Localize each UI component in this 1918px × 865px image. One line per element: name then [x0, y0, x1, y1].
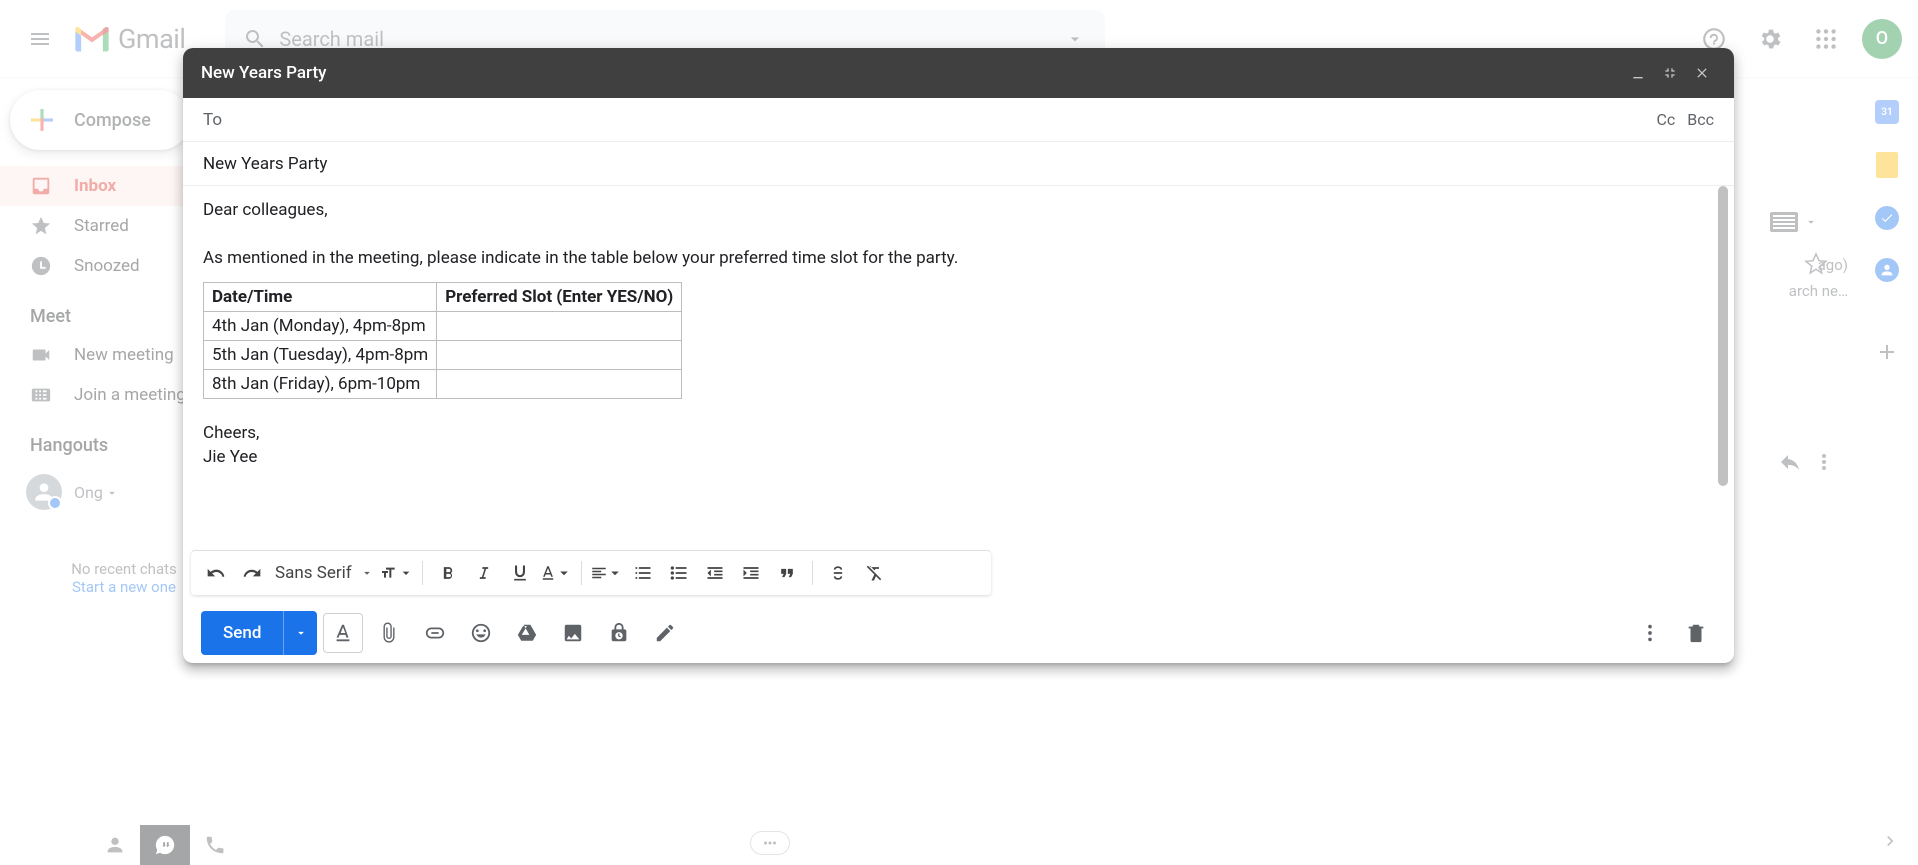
compose-title: New Years Party	[201, 63, 326, 83]
caret-down-icon	[606, 563, 624, 583]
close-icon	[1694, 65, 1710, 81]
align-button[interactable]	[590, 556, 624, 590]
send-button[interactable]: Send	[201, 611, 317, 655]
text-size-icon	[380, 563, 396, 583]
subject-row[interactable]	[183, 142, 1734, 186]
close-button[interactable]	[1688, 59, 1716, 87]
insert-drive-button[interactable]	[507, 613, 547, 653]
pen-icon	[654, 622, 676, 644]
emoji-icon	[470, 622, 492, 644]
formatting-toolbar: Sans Serif	[191, 551, 991, 595]
table-row[interactable]: 5th Jan (Tuesday), 4pm-8pm	[204, 341, 682, 370]
bcc-toggle[interactable]: Bcc	[1687, 110, 1714, 129]
trash-icon	[1685, 622, 1707, 644]
bullet-list-icon	[669, 563, 689, 583]
undo-icon	[206, 563, 226, 583]
italic-icon	[474, 563, 494, 583]
insert-signature-button[interactable]	[645, 613, 685, 653]
caret-down-icon	[294, 626, 308, 640]
redo-button[interactable]	[235, 556, 269, 590]
remove-formatting-button[interactable]	[857, 556, 891, 590]
insert-emoji-button[interactable]	[461, 613, 501, 653]
text-color-button[interactable]	[539, 556, 573, 590]
compose-window: New Years Party To Cc Bcc Dear colleague…	[183, 48, 1734, 663]
compose-bottom-bar: Send	[183, 603, 1734, 663]
italic-button[interactable]	[467, 556, 501, 590]
numbered-list-icon	[633, 563, 653, 583]
bullet-list-button[interactable]	[662, 556, 696, 590]
indent-increase-icon	[741, 563, 761, 583]
confidential-button[interactable]	[599, 613, 639, 653]
compose-body[interactable]: Dear colleagues, As mentioned in the mee…	[183, 186, 1734, 551]
fullscreen-exit-button[interactable]	[1656, 59, 1684, 87]
body-line: As mentioned in the meeting, please indi…	[203, 248, 1714, 268]
table-header: Preferred Slot (Enter YES/NO)	[437, 283, 682, 312]
table-header: Date/Time	[204, 283, 437, 312]
cc-toggle[interactable]: Cc	[1656, 110, 1675, 129]
compose-header[interactable]: New Years Party	[183, 48, 1734, 98]
caret-down-icon	[555, 563, 573, 583]
bold-button[interactable]	[431, 556, 465, 590]
minimize-button[interactable]	[1624, 59, 1652, 87]
more-options-button[interactable]	[1630, 613, 1670, 653]
drive-icon	[516, 622, 538, 644]
image-icon	[562, 622, 584, 644]
more-vert-icon	[1639, 622, 1661, 644]
table-row[interactable]: 8th Jan (Friday), 6pm-10pm	[204, 370, 682, 399]
poll-table[interactable]: Date/Time Preferred Slot (Enter YES/NO) …	[203, 282, 682, 399]
link-icon	[424, 622, 446, 644]
paperclip-icon	[378, 622, 400, 644]
body-line: Dear colleagues,	[203, 200, 1714, 220]
caret-down-icon	[398, 563, 414, 583]
to-row[interactable]: To Cc Bcc	[183, 98, 1734, 142]
insert-photo-button[interactable]	[553, 613, 593, 653]
formatting-options-button[interactable]	[323, 613, 363, 653]
bold-icon	[438, 563, 458, 583]
caret-down-icon	[360, 566, 374, 580]
clear-format-icon	[864, 563, 884, 583]
font-selector[interactable]: Sans Serif	[271, 563, 378, 583]
numbered-list-button[interactable]	[626, 556, 660, 590]
to-label: To	[203, 110, 222, 130]
body-line: Cheers,	[203, 423, 1714, 443]
undo-button[interactable]	[199, 556, 233, 590]
send-options-button[interactable]	[283, 611, 317, 655]
discard-draft-button[interactable]	[1676, 613, 1716, 653]
indent-decrease-icon	[705, 563, 725, 583]
redo-icon	[242, 563, 262, 583]
quote-icon	[777, 563, 797, 583]
strikethrough-icon	[828, 563, 848, 583]
body-line: Jie Yee	[203, 447, 1714, 467]
quote-button[interactable]	[770, 556, 804, 590]
strikethrough-button[interactable]	[821, 556, 855, 590]
fullscreen-exit-icon	[1662, 65, 1678, 81]
underline-button[interactable]	[503, 556, 537, 590]
indent-more-button[interactable]	[734, 556, 768, 590]
table-row[interactable]: 4th Jan (Monday), 4pm-8pm	[204, 312, 682, 341]
font-size-button[interactable]	[380, 556, 414, 590]
lock-clock-icon	[608, 622, 630, 644]
attach-file-button[interactable]	[369, 613, 409, 653]
insert-link-button[interactable]	[415, 613, 455, 653]
underline-icon	[510, 563, 530, 583]
text-format-icon	[332, 622, 354, 644]
subject-input[interactable]	[203, 154, 1714, 174]
minimize-icon	[1630, 65, 1646, 81]
indent-less-button[interactable]	[698, 556, 732, 590]
body-scrollbar[interactable]	[1718, 186, 1728, 486]
